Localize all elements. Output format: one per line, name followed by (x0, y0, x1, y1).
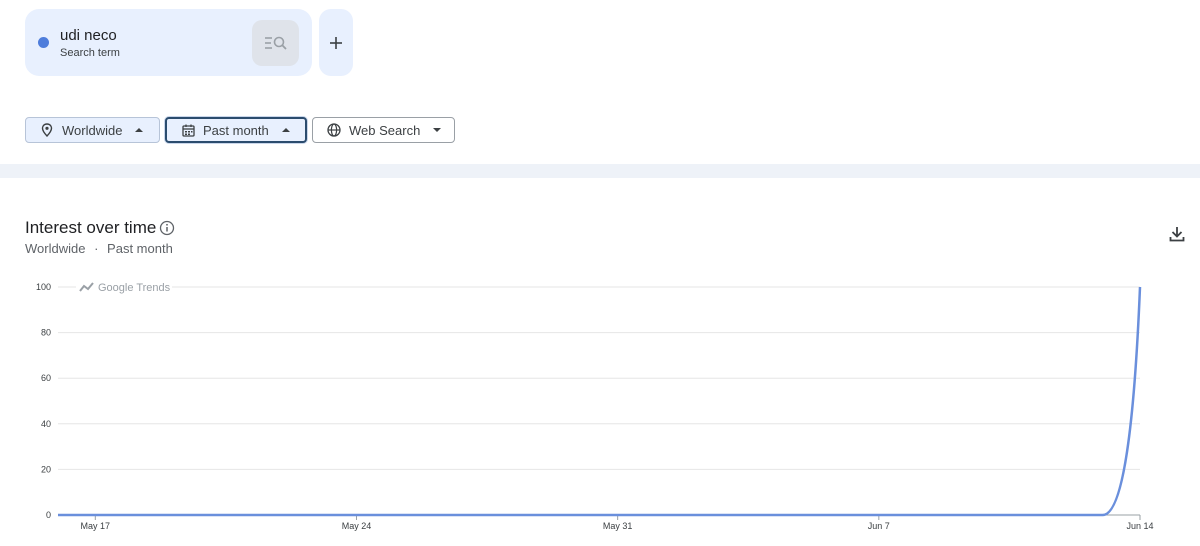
subtitle-separator: · (94, 241, 99, 256)
chart-title: Interest over time (25, 218, 157, 237)
series-line (58, 286, 1142, 517)
x-tick-label: May 24 (342, 521, 372, 531)
region-filter-label: Worldwide (62, 122, 123, 138)
search-term-card[interactable]: udi neco Search term (25, 9, 312, 76)
chart-watermark: Google Trends (98, 282, 171, 294)
y-tick-label: 60 (41, 373, 51, 383)
x-tick-label: Jun 7 (868, 521, 890, 531)
time-range-filter[interactable]: Past month (165, 117, 307, 143)
time-range-label: Past month (203, 122, 269, 138)
location-pin-icon (40, 123, 54, 137)
search-term-type: Search term (60, 47, 120, 59)
subtitle-time: Past month (107, 241, 173, 256)
y-tick-label: 80 (41, 328, 51, 338)
x-tick-label: Jun 14 (1126, 521, 1153, 531)
search-list-icon (264, 36, 287, 50)
region-filter[interactable]: Worldwide (25, 117, 160, 143)
globe-icon (327, 123, 341, 137)
x-tick-label: May 17 (81, 521, 111, 531)
interest-over-time-chart[interactable]: 0 20 40 60 80 100 Google Trends May 17 May 24 May… (0, 270, 1200, 540)
search-list-button[interactable] (252, 20, 299, 66)
series-color-dot (38, 37, 49, 48)
subtitle-region: Worldwide (25, 241, 86, 256)
add-comparison-button[interactable] (319, 9, 353, 76)
caret-down-icon (432, 125, 442, 135)
caret-up-icon (134, 125, 144, 135)
chart-subtitle: Worldwide · Past month (25, 241, 173, 256)
y-tick-label: 40 (41, 419, 51, 429)
y-tick-label: 0 (46, 510, 51, 520)
x-tick-label: May 31 (603, 521, 633, 531)
y-tick-label: 20 (41, 464, 51, 474)
section-divider (0, 164, 1200, 178)
y-tick-label: 100 (36, 282, 51, 292)
calendar-icon (181, 123, 195, 137)
search-term-name[interactable]: udi neco (60, 27, 117, 44)
plus-icon (330, 36, 342, 49)
download-icon[interactable] (1167, 224, 1187, 244)
info-icon[interactable] (159, 220, 175, 236)
search-property-label: Web Search (349, 122, 421, 138)
search-property-filter[interactable]: Web Search (312, 117, 455, 143)
caret-up-icon (281, 125, 291, 135)
